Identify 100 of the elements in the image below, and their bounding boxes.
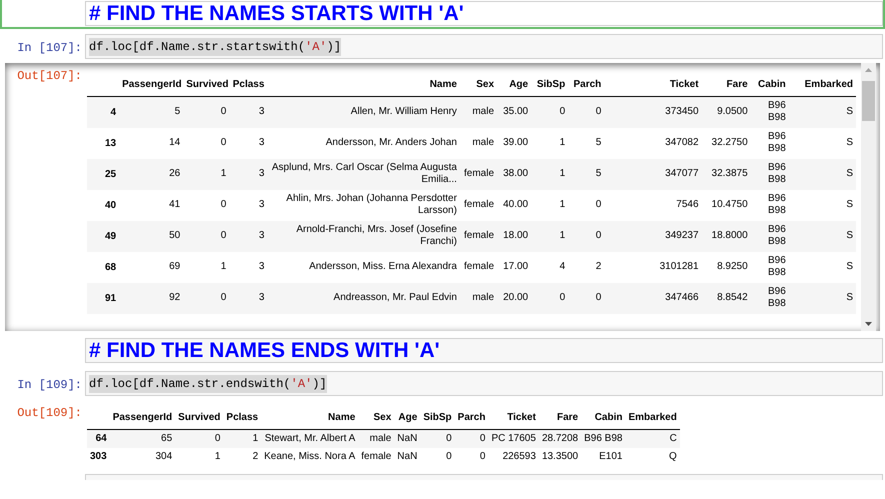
table-cell: 10.4750 — [702, 190, 751, 220]
table-cell: Andersson, Mr. Anders Johan — [267, 128, 460, 158]
scroll-up-icon[interactable] — [865, 68, 872, 72]
column-header: SibSp — [531, 73, 568, 96]
table-cell: Asplund, Mrs. Carl Oscar (Selma Augusta Emilia... — [267, 158, 460, 190]
table-cell: 38.00 — [497, 158, 532, 190]
table-cell: S — [788, 220, 856, 252]
table-cell: 28.7208 — [538, 430, 582, 448]
table-cell: PC 17605 — [488, 430, 539, 448]
table-cell: Allen, Mr. William Henry — [267, 96, 460, 128]
table-cell: 0 — [531, 282, 568, 314]
markdown-heading[interactable]: # FIND THE NAMES ENDS WITH 'A' — [85, 338, 883, 363]
table-cell: 347077 — [604, 158, 702, 190]
output-prompt: Out[107]: — [16, 68, 83, 85]
table-cell: 1 — [223, 430, 262, 448]
table-cell: 32.2750 — [702, 128, 751, 158]
column-header: PassengerId — [119, 73, 184, 96]
table-cell: Q — [625, 448, 680, 466]
table-cell: 0 — [175, 430, 224, 448]
table-cell: male — [358, 430, 394, 448]
table-cell: 226593 — [488, 448, 539, 466]
table-cell: male — [460, 128, 498, 158]
column-header: PassengerId — [110, 406, 176, 430]
table-cell: 0 — [183, 220, 230, 252]
table-cell: B96 B98 — [750, 282, 789, 314]
table-cell: B96 B98 — [750, 158, 789, 190]
table-cell: 1 — [531, 158, 568, 190]
code-input[interactable]: df.loc[df.Name.str.startswith('A')] — [85, 34, 883, 59]
table-cell: female — [460, 220, 498, 252]
table-cell: S — [788, 96, 856, 128]
table-cell: 0 — [183, 96, 230, 128]
column-header: Fare — [538, 406, 582, 430]
column-header: Parch — [568, 73, 604, 96]
column-header: Cabin — [750, 73, 789, 96]
table-cell: Keane, Miss. Nora A — [261, 448, 358, 466]
row-index: 25 — [87, 158, 120, 190]
column-header: Survived — [183, 73, 230, 96]
table-cell: 304 — [110, 448, 176, 466]
selected-cell-frame[interactable]: # FIND THE NAMES STARTS WITH 'A' — [0, 0, 885, 29]
table-cell: 3 — [229, 190, 268, 220]
row-index: 303 — [87, 448, 110, 466]
row-index: 68 — [87, 252, 120, 282]
column-header: Survived — [175, 406, 224, 430]
table-cell: 3 — [229, 252, 268, 282]
table-cell: 5 — [568, 158, 604, 190]
table-cell: 3 — [229, 220, 268, 252]
table-cell: female — [358, 448, 394, 466]
table-cell: NaN — [394, 430, 420, 448]
scroll-down-icon[interactable] — [865, 322, 872, 326]
table-cell: S — [788, 158, 856, 190]
table-cell: 373450 — [604, 96, 702, 128]
table-cell: 2 — [568, 252, 604, 282]
table-cell: S — [788, 128, 856, 158]
table-cell: 0 — [420, 430, 455, 448]
column-header: SibSp — [420, 406, 455, 430]
table-cell: 0 — [531, 96, 568, 128]
table-cell: 13.3500 — [538, 448, 582, 466]
table-cell: 2 — [223, 448, 262, 466]
table-cell: 14 — [119, 128, 184, 158]
row-index: 49 — [87, 220, 120, 252]
table-cell: B96 B98 — [581, 430, 626, 448]
table-cell: 1 — [531, 190, 568, 220]
table-cell: B96 B98 — [750, 220, 789, 252]
next-cell[interactable] — [85, 474, 883, 480]
table-cell: NaN — [394, 448, 420, 466]
table-cell: 1 — [183, 158, 230, 190]
column-header: Age — [497, 73, 532, 96]
table-cell: S — [788, 190, 856, 220]
table-cell: female — [460, 190, 498, 220]
table-cell: male — [460, 282, 498, 314]
scrollbar-thumb[interactable] — [862, 81, 875, 121]
column-header: Pclass — [223, 406, 262, 430]
table-cell: 8.8542 — [702, 282, 751, 314]
column-header: Sex — [358, 406, 394, 430]
column-header: Pclass — [229, 73, 268, 96]
table-cell: 20.00 — [497, 282, 532, 314]
table-cell: B96 B98 — [750, 252, 789, 282]
table-cell: 32.3875 — [702, 158, 751, 190]
code-input[interactable]: df.loc[df.Name.str.endswith('A')] — [85, 371, 883, 396]
table-cell: S — [788, 252, 856, 282]
table-cell: 69 — [119, 252, 184, 282]
input-prompt: In [109]: — [16, 377, 83, 394]
table-cell: 65 — [110, 430, 176, 448]
table-cell: 3101281 — [604, 252, 702, 282]
markdown-heading[interactable]: # FIND THE NAMES STARTS WITH 'A' — [85, 1, 883, 26]
row-index: 4 — [87, 96, 120, 128]
table-cell: 3 — [229, 96, 268, 128]
table-cell: Arnold-Franchi, Mrs. Josef (Josefine Franchi) — [267, 220, 460, 252]
table-cell: 4 — [531, 252, 568, 282]
table-cell: 17.00 — [497, 252, 532, 282]
table-cell: Andreasson, Mr. Paul Edvin — [267, 282, 460, 314]
column-header: Fare — [702, 73, 751, 96]
table-cell: 0 — [183, 190, 230, 220]
table-cell: B96 B98 — [750, 190, 789, 220]
column-header: Name — [261, 406, 358, 430]
table-cell: 3 — [229, 158, 268, 190]
table-cell: 92 — [119, 282, 184, 314]
table-cell: 26 — [119, 158, 184, 190]
scrollbar[interactable] — [861, 63, 876, 331]
table-cell: 3 — [229, 282, 268, 314]
